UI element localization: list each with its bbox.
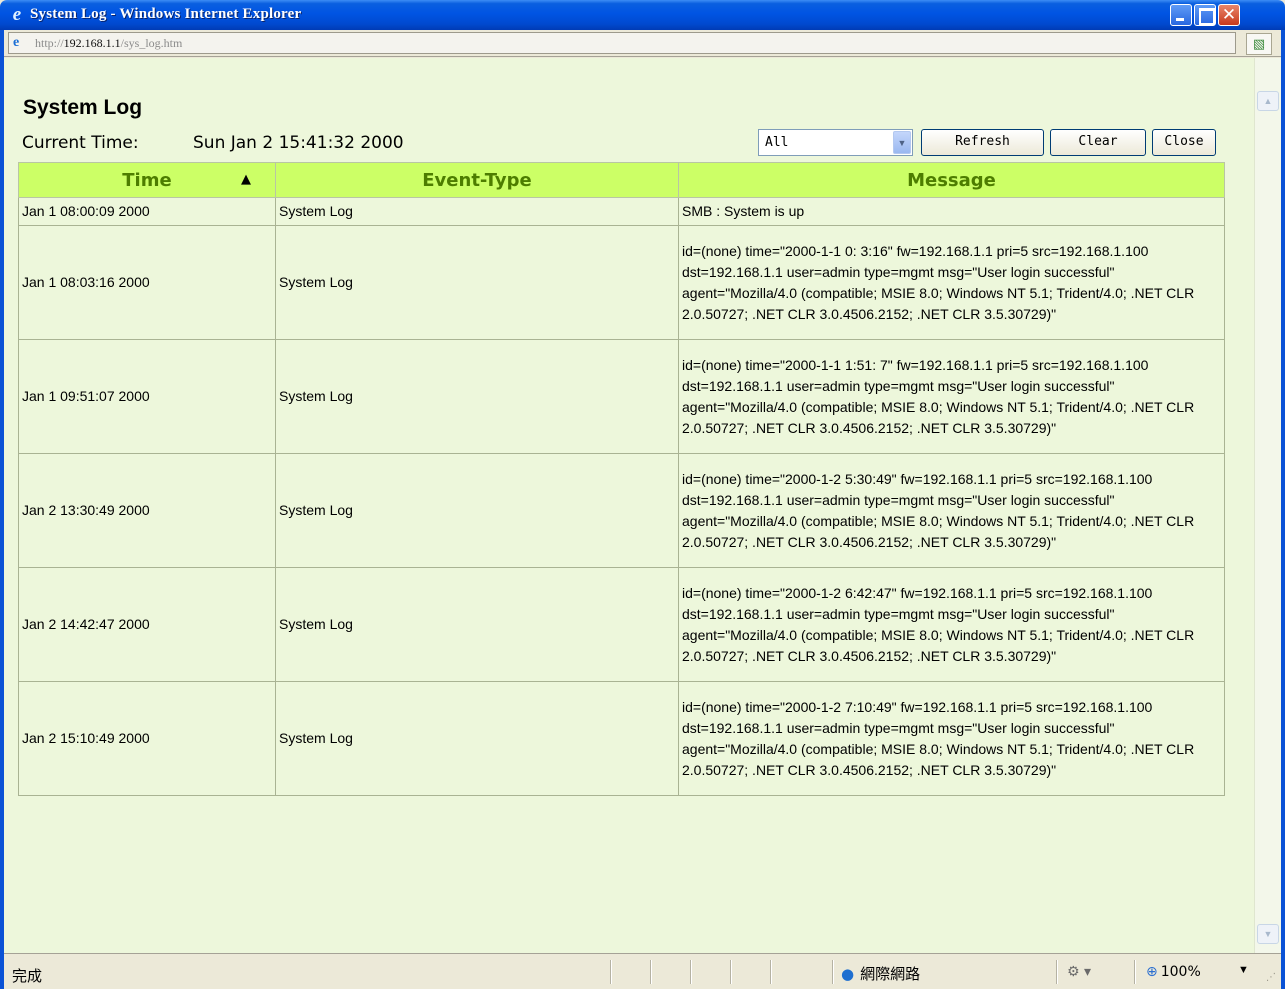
zoom-dropdown-icon[interactable]: ▼: [1238, 964, 1249, 976]
current-time-value: Sun Jan 2 15:41:32 2000: [193, 133, 404, 153]
table-row: Jan 2 15:10:49 2000 System Log id=(none)…: [18, 681, 1225, 796]
zone-label: 網際網路: [860, 965, 921, 983]
cell-message: id=(none) time="2000-1-1 0: 3:16" fw=192…: [678, 225, 1225, 340]
page-content: System Log Current Time: Sun Jan 2 15:41…: [4, 58, 1254, 953]
log-filter-select[interactable]: All ▼: [758, 129, 913, 156]
status-divider: [770, 960, 771, 984]
zoom-icon: ⊕: [1146, 964, 1158, 980]
window-frame-right: [1281, 30, 1285, 989]
address-url: http://192.168.1.1/sys_log.htm: [35, 36, 182, 51]
url-prefix: http://: [35, 36, 64, 50]
clear-button[interactable]: Clear: [1050, 129, 1146, 156]
cell-time: Jan 1 08:00:09 2000: [18, 197, 276, 226]
close-icon: ✕: [1221, 5, 1237, 25]
column-header-message[interactable]: Message: [678, 162, 1225, 198]
cell-event-type: System Log: [275, 453, 679, 568]
close-button[interactable]: Close: [1152, 129, 1216, 156]
cell-message: id=(none) time="2000-1-1 1:51: 7" fw=192…: [678, 339, 1225, 454]
table-row: Jan 2 13:30:49 2000 System Log id=(none)…: [18, 453, 1225, 568]
cell-event-type: System Log: [275, 339, 679, 454]
cell-message: id=(none) time="2000-1-2 5:30:49" fw=192…: [678, 453, 1225, 568]
vertical-scrollbar[interactable]: ▲ ▼: [1254, 58, 1281, 953]
globe-icon: ●: [841, 965, 855, 983]
cell-event-type: System Log: [275, 197, 679, 226]
protected-mode-icon[interactable]: ⚙ ▾: [1067, 964, 1091, 980]
table-row: Jan 2 14:42:47 2000 System Log id=(none)…: [18, 567, 1225, 682]
zoom-control[interactable]: ⊕ 100%: [1146, 964, 1201, 980]
title-bar: e System Log - Windows Internet Explorer…: [0, 0, 1285, 30]
filter-selected-value: All: [765, 135, 789, 150]
refresh-button[interactable]: Refresh: [921, 129, 1044, 156]
status-divider: [610, 960, 611, 984]
status-divider: [832, 960, 833, 984]
chevron-down-icon[interactable]: ▼: [893, 131, 911, 154]
address-bar: e http://192.168.1.1/sys_log.htm ▧: [4, 30, 1281, 57]
cell-message: id=(none) time="2000-1-2 6:42:47" fw=192…: [678, 567, 1225, 682]
window-title: System Log - Windows Internet Explorer: [30, 6, 302, 22]
cell-event-type: System Log: [275, 681, 679, 796]
column-header-time-label: Time: [122, 169, 172, 191]
current-time-label: Current Time:: [22, 133, 139, 153]
scroll-down-icon[interactable]: ▼: [1257, 924, 1279, 944]
table-row: Jan 1 08:03:16 2000 System Log id=(none)…: [18, 225, 1225, 340]
compatibility-view-icon[interactable]: ▧: [1246, 33, 1272, 55]
status-divider: [650, 960, 651, 984]
table-row: Jan 1 08:00:09 2000 System Log SMB : Sys…: [18, 197, 1225, 226]
cell-time: Jan 2 14:42:47 2000: [18, 567, 276, 682]
cell-message: id=(none) time="2000-1-2 7:10:49" fw=192…: [678, 681, 1225, 796]
zoom-level: 100%: [1160, 964, 1201, 980]
ie-logo-icon: e: [12, 4, 22, 25]
address-field[interactable]: e http://192.168.1.1/sys_log.htm: [8, 32, 1236, 54]
status-bar: 完成 ● 網際網路 ⚙ ▾ ⊕ 100% ▼ ⋰: [4, 953, 1281, 989]
table-row: Jan 1 09:51:07 2000 System Log id=(none)…: [18, 339, 1225, 454]
maximize-button[interactable]: [1194, 4, 1216, 26]
status-divider: [1056, 960, 1057, 984]
scroll-up-icon[interactable]: ▲: [1257, 91, 1279, 111]
ie-page-icon: e: [13, 35, 20, 50]
cell-time: Jan 2 15:10:49 2000: [18, 681, 276, 796]
url-path: /sys_log.htm: [120, 36, 183, 50]
security-zone: ● 網際網路: [841, 963, 920, 984]
column-header-time[interactable]: Time ▲: [18, 162, 276, 198]
cell-time: Jan 1 09:51:07 2000: [18, 339, 276, 454]
cell-event-type: System Log: [275, 567, 679, 682]
status-divider: [1134, 960, 1135, 984]
status-divider: [730, 960, 731, 984]
minimize-button[interactable]: [1170, 4, 1192, 26]
sort-ascending-icon: ▲: [241, 172, 251, 187]
url-host: 192.168.1.1: [63, 36, 121, 50]
system-log-table: Time ▲ Event-Type Message Jan 1 08:00:09 …: [18, 162, 1225, 796]
cell-message: SMB : System is up: [678, 197, 1225, 226]
table-header-row: Time ▲ Event-Type Message: [18, 162, 1225, 198]
column-header-event-type[interactable]: Event-Type: [275, 162, 679, 198]
cell-time: Jan 1 08:03:16 2000: [18, 225, 276, 340]
resize-grip-icon[interactable]: ⋰: [1266, 972, 1276, 983]
cell-time: Jan 2 13:30:49 2000: [18, 453, 276, 568]
status-divider: [690, 960, 691, 984]
page-title: System Log: [23, 96, 143, 119]
status-text: 完成: [12, 967, 43, 985]
close-window-button[interactable]: ✕: [1218, 4, 1240, 26]
cell-event-type: System Log: [275, 225, 679, 340]
